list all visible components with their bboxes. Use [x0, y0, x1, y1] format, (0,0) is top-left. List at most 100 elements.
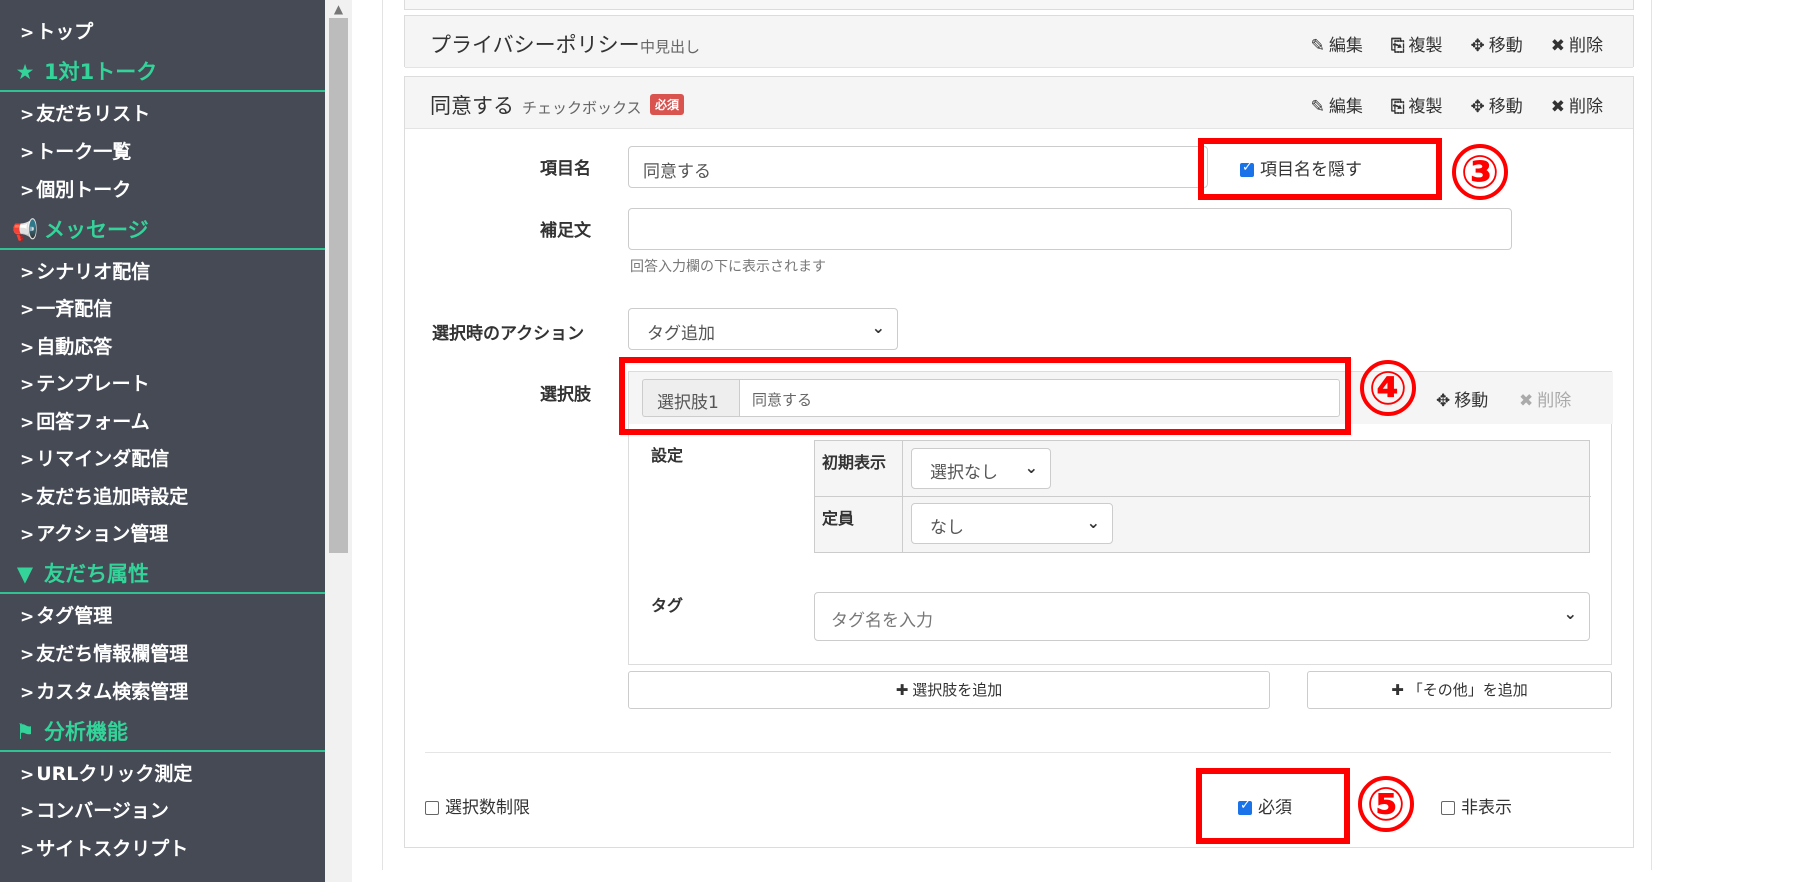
annotation-box-3	[1198, 138, 1442, 200]
sidebar-heading-talk: ★ 1対1トーク	[0, 52, 325, 92]
choice-settings-table: 初期表示 選択なし ⌄ 定員 なし ⌄	[814, 440, 1591, 553]
sidebar-item-friends[interactable]: > 友だちリスト	[0, 96, 325, 132]
section-divider	[425, 752, 1611, 753]
megaphone-icon: 📢	[12, 218, 39, 242]
annotation-box-5	[1196, 768, 1350, 844]
block-actions: ✎ 編集 ⎘ 複製 ✥ 移動 ✖ 削除	[1311, 92, 1603, 117]
sidebar: > トップ ★ 1対1トーク > 友だちリスト > トーク一覧 > 個別トーク 📢 メッセー…	[0, 0, 325, 882]
delete-button[interactable]: ✖ 削除	[1551, 92, 1603, 117]
action-select[interactable]: タグ追加 ⌄	[628, 308, 898, 350]
copy-button[interactable]: ⎘ 複製	[1391, 92, 1443, 117]
initial-display-label: 初期表示	[815, 441, 903, 497]
move-button[interactable]: ✥ 移動	[1471, 31, 1523, 56]
annotation-box-4	[619, 357, 1351, 435]
chevron-right-icon: >	[20, 105, 35, 125]
sidebar-scrollbar[interactable]: ▲	[325, 0, 352, 882]
previous-block-edge	[404, 0, 1634, 10]
action-label: 選択時のアクション	[432, 324, 585, 344]
hidden-checkbox[interactable]: 非表示	[1441, 793, 1512, 818]
sidebar-item-tag-management[interactable]: > タグ管理	[0, 598, 325, 634]
copy-button[interactable]: ⎘ 複製	[1391, 31, 1443, 56]
chevron-right-icon: >	[20, 181, 35, 201]
scroll-up-arrow-icon[interactable]: ▲	[325, 0, 352, 18]
chevron-right-icon: >	[20, 607, 35, 627]
move-button[interactable]: ✥ 移動	[1471, 92, 1523, 117]
delete-button[interactable]: ✖ 削除	[1551, 31, 1603, 56]
tag-input-select[interactable]: タグ名を入力 ⌄	[814, 592, 1590, 641]
chevron-right-icon: >	[20, 840, 35, 860]
capacity-label: 定員	[815, 497, 903, 553]
supplement-label: 補足文	[540, 221, 591, 241]
chevron-down-icon: ⌄	[1086, 513, 1100, 532]
capacity-row: 定員 なし ⌄	[815, 497, 1591, 553]
sidebar-item-site-script[interactable]: > サイトスクリプト	[0, 831, 325, 867]
pencil-icon: ✎	[1310, 97, 1325, 117]
tag-label: タグ	[651, 596, 684, 615]
sidebar-heading-analytics: ⚑ 分析機能	[0, 712, 325, 752]
sidebar-item-answer-form[interactable]: > 回答フォーム	[0, 404, 325, 440]
move-icon: ✥	[1436, 391, 1451, 411]
initial-display-select[interactable]: 選択なし ⌄	[911, 448, 1051, 489]
copy-icon: ⎘	[1390, 97, 1405, 117]
chevron-right-icon: >	[20, 488, 35, 508]
checkbox-unchecked-icon[interactable]	[425, 801, 439, 815]
chevron-right-icon: >	[20, 375, 35, 395]
sidebar-heading-attributes: ▼ 友だち属性	[0, 554, 325, 594]
choice-move-button[interactable]: ✥ 移動	[1436, 386, 1488, 411]
sidebar-item-url-click[interactable]: > URLクリック測定	[0, 756, 325, 792]
edit-button[interactable]: ✎ 編集	[1311, 31, 1363, 56]
sidebar-item-conversion[interactable]: > コンバージョン	[0, 793, 325, 829]
sidebar-item-friend-add-settings[interactable]: > 友だち追加時設定	[0, 479, 325, 515]
chevron-right-icon: >	[20, 300, 35, 320]
capacity-select[interactable]: なし ⌄	[911, 503, 1113, 544]
sidebar-item-template[interactable]: > テンプレート	[0, 366, 325, 402]
edit-button[interactable]: ✎ 編集	[1311, 92, 1363, 117]
sidebar-item-action-management[interactable]: > アクション管理	[0, 516, 325, 552]
sidebar-heading-message: 📢 メッセージ	[0, 210, 325, 250]
chevron-right-icon: >	[20, 450, 35, 470]
supplement-help-text: 回答入力欄の下に表示されます	[630, 259, 826, 275]
supplement-input[interactable]	[628, 208, 1512, 250]
chevron-right-icon: >	[20, 23, 35, 43]
initial-display-row: 初期表示 選択なし ⌄	[815, 441, 1591, 497]
add-choice-button[interactable]: ✚ 選択肢を追加	[628, 671, 1270, 709]
item-name-input[interactable]: 同意する	[628, 146, 1208, 188]
block-title: 同意する	[430, 94, 514, 118]
scrollbar-thumb[interactable]	[329, 18, 348, 553]
flag-icon: ⚑	[15, 720, 35, 744]
chevron-down-icon: ⌄	[1024, 458, 1038, 477]
choices-label: 選択肢	[540, 385, 591, 405]
close-icon: ✖	[1550, 97, 1565, 117]
sidebar-item-individual-talk[interactable]: > 個別トーク	[0, 172, 325, 208]
star-icon: ★	[15, 60, 35, 84]
close-icon: ✖	[1519, 391, 1534, 411]
plus-icon: ✚	[1391, 681, 1404, 699]
sidebar-item-scenario[interactable]: > シナリオ配信	[0, 254, 325, 290]
sidebar-item-talk-list[interactable]: > トーク一覧	[0, 134, 325, 170]
item-name-label: 項目名	[540, 159, 591, 179]
filter-icon: ▼	[16, 562, 34, 586]
sidebar-item-broadcast[interactable]: > 一斉配信	[0, 291, 325, 327]
annotation-number-3: ③	[1452, 144, 1508, 200]
checkbox-unchecked-icon[interactable]	[1441, 801, 1455, 815]
add-other-button[interactable]: ✚ 「その他」を追加	[1307, 671, 1612, 709]
block-actions: ✎ 編集 ⎘ 複製 ✥ 移動 ✖ 削除	[1311, 31, 1603, 56]
settings-label: 設定	[651, 446, 684, 465]
sidebar-item-custom-search[interactable]: > カスタム検索管理	[0, 674, 325, 710]
sidebar-item-auto-reply[interactable]: > 自動応答	[0, 329, 325, 365]
chevron-right-icon: >	[20, 645, 35, 665]
block-type: チェックボックス	[522, 99, 642, 117]
privacy-policy-header: プライバシーポリシー 中見出し ✎ 編集 ⎘ 複製 ✥ 移動 ✖ 削除	[405, 16, 1633, 68]
sidebar-item-top[interactable]: > トップ	[0, 14, 325, 50]
pencil-icon: ✎	[1310, 36, 1325, 56]
selection-limit-checkbox[interactable]: 選択数制限	[425, 793, 530, 818]
plus-icon: ✚	[895, 681, 909, 699]
copy-icon: ⎘	[1390, 36, 1405, 56]
choice-delete-button[interactable]: ✖ 削除	[1519, 386, 1571, 411]
chevron-right-icon: >	[20, 683, 35, 703]
annotation-number-4: ④	[1360, 360, 1416, 416]
chevron-right-icon: >	[20, 338, 35, 358]
sidebar-item-reminder[interactable]: > リマインダ配信	[0, 441, 325, 477]
block-type: 中見出し	[640, 38, 701, 56]
sidebar-item-friend-info-management[interactable]: > 友だち情報欄管理	[0, 636, 325, 672]
